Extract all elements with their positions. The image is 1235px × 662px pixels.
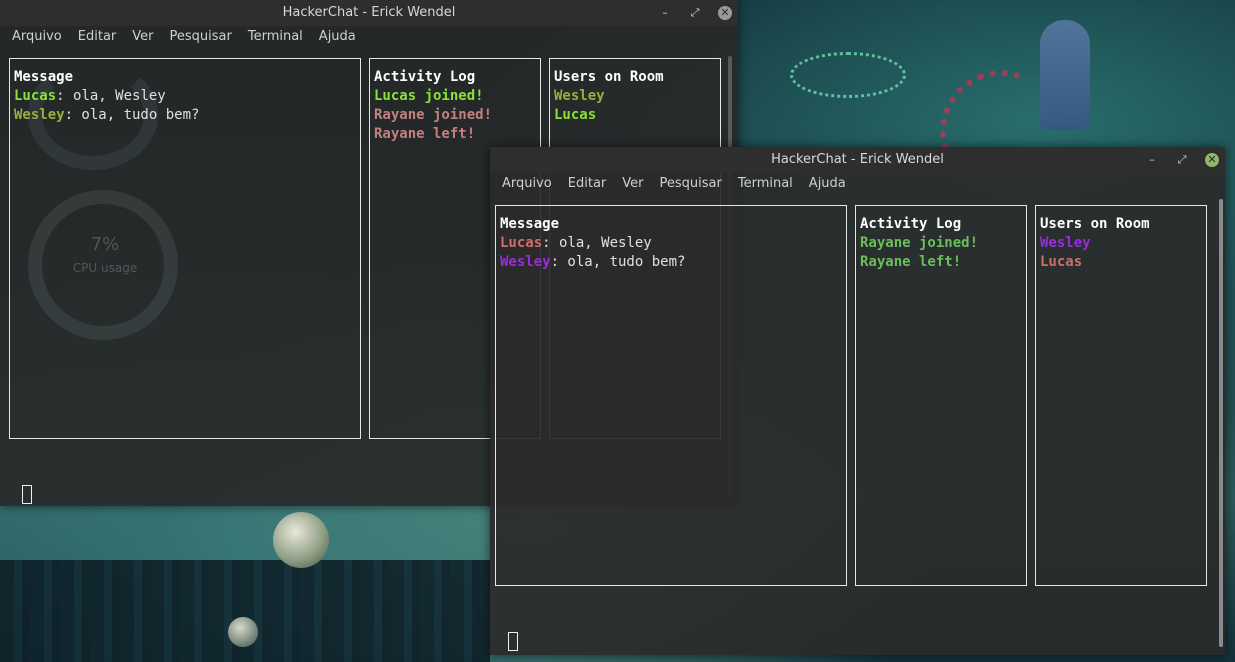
users-header: Users on Room	[1040, 216, 1150, 232]
activity-header: Activity Log	[860, 216, 962, 232]
title-bar[interactable]: HackerChat - Erick Wendel – ⤢ ✕	[490, 147, 1225, 173]
activity-item: Rayane joined!	[860, 235, 979, 251]
message-line: Wesley: ola, tudo bem?	[14, 106, 356, 125]
activity-item: Lucas joined!	[374, 88, 484, 104]
message-text: : ola, Wesley	[56, 88, 166, 104]
user-item: Lucas	[1040, 254, 1083, 270]
menu-bar: Arquivo Editar Ver Pesquisar Terminal Aj…	[490, 173, 1225, 195]
maximize-icon[interactable]: ⤢	[688, 6, 702, 20]
menu-ver[interactable]: Ver	[124, 26, 161, 48]
message-user: Wesley	[14, 107, 65, 123]
users-panel: Users on Room Wesley Lucas	[1035, 205, 1207, 586]
message-text: : ola, Wesley	[542, 235, 652, 251]
message-user: Wesley	[500, 254, 551, 270]
maximize-icon[interactable]: ⤢	[1175, 153, 1189, 167]
window-title: HackerChat - Erick Wendel	[282, 5, 456, 20]
menu-terminal[interactable]: Terminal	[730, 173, 801, 195]
close-icon[interactable]: ✕	[718, 6, 732, 20]
menu-editar[interactable]: Editar	[560, 173, 615, 195]
menu-pesquisar[interactable]: Pesquisar	[652, 173, 730, 195]
menu-pesquisar[interactable]: Pesquisar	[162, 26, 240, 48]
activity-item: Rayane left!	[374, 126, 476, 142]
menu-arquivo[interactable]: Arquivo	[494, 173, 560, 195]
message-header: Message	[14, 69, 74, 85]
menu-ajuda[interactable]: Ajuda	[801, 173, 854, 195]
user-item: Wesley	[554, 88, 605, 104]
minimize-icon[interactable]: –	[658, 6, 672, 20]
message-panel: Message Lucas: ola, Wesley Wesley: ola, …	[495, 205, 847, 586]
users-header: Users on Room	[554, 69, 664, 85]
activity-item: Rayane joined!	[374, 107, 493, 123]
menu-bar: Arquivo Editar Ver Pesquisar Terminal Aj…	[0, 26, 738, 48]
message-panel: Message Lucas: ola, Wesley Wesley: ola, …	[9, 58, 361, 439]
user-item: Wesley	[1040, 235, 1091, 251]
input-cursor[interactable]	[22, 485, 32, 504]
activity-log-panel: Activity Log Rayane joined! Rayane left!	[855, 205, 1027, 586]
user-item: Lucas	[554, 107, 597, 123]
window-title: HackerChat - Erick Wendel	[771, 152, 944, 167]
input-cursor[interactable]	[508, 632, 518, 651]
message-header: Message	[500, 216, 560, 232]
message-line: Wesley: ola, tudo bem?	[500, 253, 842, 272]
message-user: Lucas	[14, 88, 57, 104]
message-user: Lucas	[500, 235, 543, 251]
menu-editar[interactable]: Editar	[70, 26, 125, 48]
terminal-window-front[interactable]: HackerChat - Erick Wendel – ⤢ ✕ Arquivo …	[490, 147, 1225, 655]
activity-header: Activity Log	[374, 69, 476, 85]
title-bar[interactable]: HackerChat - Erick Wendel – ⤢ ✕	[0, 0, 738, 26]
message-text: : ola, tudo bem?	[550, 254, 686, 270]
menu-ajuda[interactable]: Ajuda	[311, 26, 364, 48]
wallpaper-halo	[790, 52, 906, 98]
activity-item: Rayane left!	[860, 254, 962, 270]
minimize-icon[interactable]: –	[1145, 153, 1159, 167]
message-line: Lucas: ola, Wesley	[500, 234, 842, 253]
message-text: : ola, tudo bem?	[64, 107, 200, 123]
menu-arquivo[interactable]: Arquivo	[4, 26, 70, 48]
wallpaper-orb-small	[228, 617, 258, 647]
scrollbar[interactable]	[1219, 199, 1223, 647]
message-line: Lucas: ola, Wesley	[14, 87, 356, 106]
menu-terminal[interactable]: Terminal	[240, 26, 311, 48]
menu-ver[interactable]: Ver	[614, 173, 651, 195]
wallpaper-orb	[273, 512, 329, 568]
close-icon[interactable]: ✕	[1205, 153, 1219, 167]
